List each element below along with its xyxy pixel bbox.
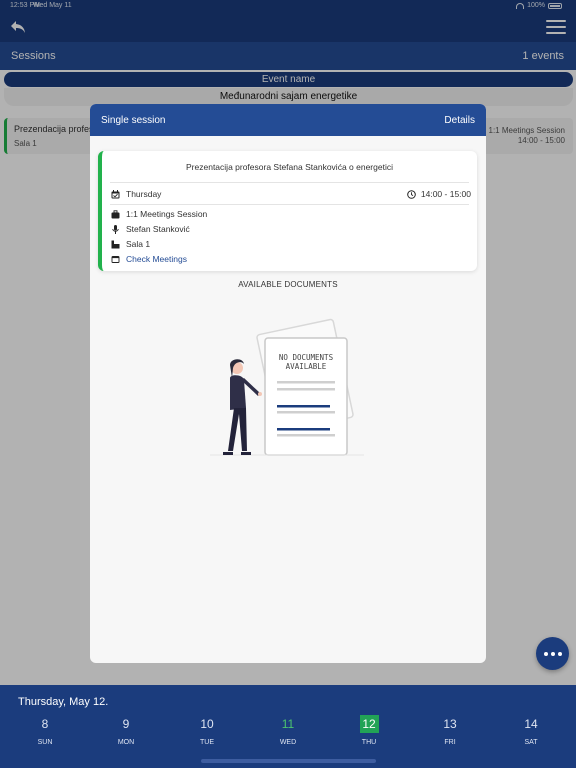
more-options-button[interactable]	[536, 637, 569, 670]
day-of-week: SUN	[37, 739, 53, 746]
divider	[110, 182, 469, 183]
session-card: Prezentacija profesora Stefana Stanković…	[98, 151, 477, 271]
divider	[110, 204, 469, 205]
no-documents-text-line1: NO DOCUMENTS	[279, 353, 334, 362]
available-documents-title: AVAILABLE DOCUMENTS	[238, 280, 338, 289]
session-time: 14:00 - 15:00	[420, 189, 471, 199]
day-number: 10	[200, 717, 214, 731]
day-number: 13	[443, 717, 457, 731]
room-icon	[111, 240, 120, 249]
calendar-icon	[111, 189, 120, 199]
day-wed[interactable]: 11 WED	[263, 715, 313, 746]
day-of-week: MON	[117, 739, 135, 746]
session-title: Prezentacija profesora Stefana Stanković…	[186, 162, 393, 172]
day-number: 14	[524, 717, 538, 731]
briefcase-icon	[111, 209, 120, 219]
session-room-row: Sala 1	[111, 239, 150, 249]
no-documents-text-line2: AVAILABLE	[286, 362, 327, 371]
day-of-week: SAT	[524, 739, 538, 746]
day-of-week: TUE	[200, 739, 214, 746]
session-room: Sala 1	[126, 239, 151, 249]
day-sat[interactable]: 14 SAT	[506, 715, 556, 746]
session-day-row: Thursday	[111, 189, 161, 199]
check-meetings-row[interactable]: Check Meetings	[111, 254, 187, 264]
check-meetings-link[interactable]: Check Meetings	[126, 254, 187, 264]
session-speaker-row: Stefan Stanković	[111, 224, 190, 234]
week-calendar: Thursday, May 12. 8 SUN 9 MON 10 TUE 11 WED …	[0, 685, 576, 768]
microphone-icon	[111, 224, 120, 234]
session-type: 1:1 Meetings Session	[126, 209, 208, 219]
day-of-week: THU	[361, 739, 377, 746]
day-tue[interactable]: 10 TUE	[182, 715, 232, 746]
day-number: 9	[122, 717, 130, 731]
session-type-row: 1:1 Meetings Session	[111, 209, 207, 219]
day-fri[interactable]: 13 FRI	[425, 715, 475, 746]
home-indicator[interactable]	[201, 759, 376, 763]
day-thu[interactable]: 12 THU	[344, 715, 394, 746]
day-number: 12	[359, 715, 379, 733]
more-dots-icon	[543, 651, 548, 656]
day-number: 11	[281, 717, 295, 731]
single-session-modal: Single session Details Prezentacija prof…	[90, 104, 486, 663]
day-of-week: FRI	[444, 739, 456, 746]
session-day: Thursday	[126, 189, 162, 199]
details-button[interactable]: Details	[444, 115, 475, 126]
session-time-row: 14:00 - 15:00	[407, 189, 471, 199]
selected-date-label: Thursday, May 12.	[18, 696, 109, 708]
clock-icon	[407, 189, 416, 199]
modal-title: Single session	[101, 115, 166, 126]
day-sun[interactable]: 8 SUN	[20, 715, 70, 746]
day-of-week: WED	[279, 739, 297, 746]
no-documents-illustration: NO DOCUMENTS AVAILABLE	[208, 318, 368, 458]
session-speaker: Stefan Stanković	[126, 224, 190, 234]
modal-header: Single session Details	[90, 104, 486, 136]
day-number: 8	[41, 717, 49, 731]
calendar-small-icon	[111, 255, 120, 264]
day-mon[interactable]: 9 MON	[101, 715, 151, 746]
